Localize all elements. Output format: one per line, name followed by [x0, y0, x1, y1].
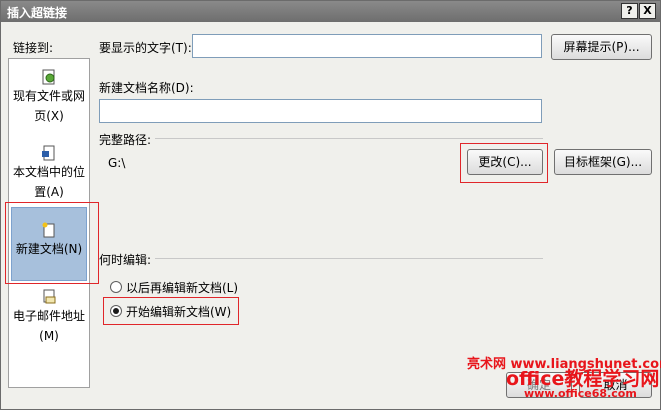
- when-edit-divider: [155, 258, 543, 259]
- close-button[interactable]: X: [639, 3, 656, 19]
- edit-later-label[interactable]: 以后再编辑新文档(L): [126, 279, 238, 296]
- when-edit-label: 何时编辑:: [99, 253, 152, 267]
- display-text-label: 要显示的文字(T):: [99, 41, 192, 55]
- insert-hyperlink-dialog: 插入超链接 ? X 链接到: 现有文件或网页(X) 本文档中的位置(A) 新建文…: [0, 0, 661, 410]
- new-doc-name-input[interactable]: [99, 99, 542, 123]
- target-frame-button[interactable]: 目标框架(G)...: [554, 149, 652, 175]
- highlight-change-button: [460, 143, 548, 183]
- sidebar-item-label: 电子邮件地址(M): [12, 309, 85, 343]
- new-doc-name-label: 新建文档名称(D):: [99, 81, 194, 95]
- title-bar[interactable]: 插入超链接 ? X: [1, 1, 660, 22]
- full-path-value: G:\: [108, 156, 126, 170]
- link-to-label: 链接到:: [13, 41, 54, 55]
- highlight-edit-now: [103, 297, 239, 325]
- full-path-label: 完整路径:: [99, 133, 152, 147]
- edit-later-radio[interactable]: [110, 281, 122, 293]
- sidebar-item-label: 本文档中的位置(A): [12, 165, 85, 199]
- email-icon: [43, 289, 56, 304]
- highlight-new-document: [5, 202, 99, 284]
- display-text-input[interactable]: [192, 34, 542, 58]
- dialog-title: 插入超链接: [7, 6, 68, 20]
- sidebar-item-email[interactable]: 电子邮件地址(M): [11, 289, 87, 346]
- full-path-divider: [155, 138, 543, 139]
- document-place-icon: [42, 145, 55, 161]
- watermark-site-3: www.office68.com: [524, 387, 637, 400]
- screen-tip-button[interactable]: 屏幕提示(P)...: [551, 34, 652, 60]
- web-page-icon: [42, 69, 55, 85]
- sidebar-item-label: 现有文件或网页(X): [12, 89, 85, 123]
- help-button[interactable]: ?: [621, 3, 638, 19]
- sidebar-item-existing-file[interactable]: 现有文件或网页(X): [11, 69, 87, 126]
- sidebar-item-place-in-document[interactable]: 本文档中的位置(A): [11, 145, 87, 202]
